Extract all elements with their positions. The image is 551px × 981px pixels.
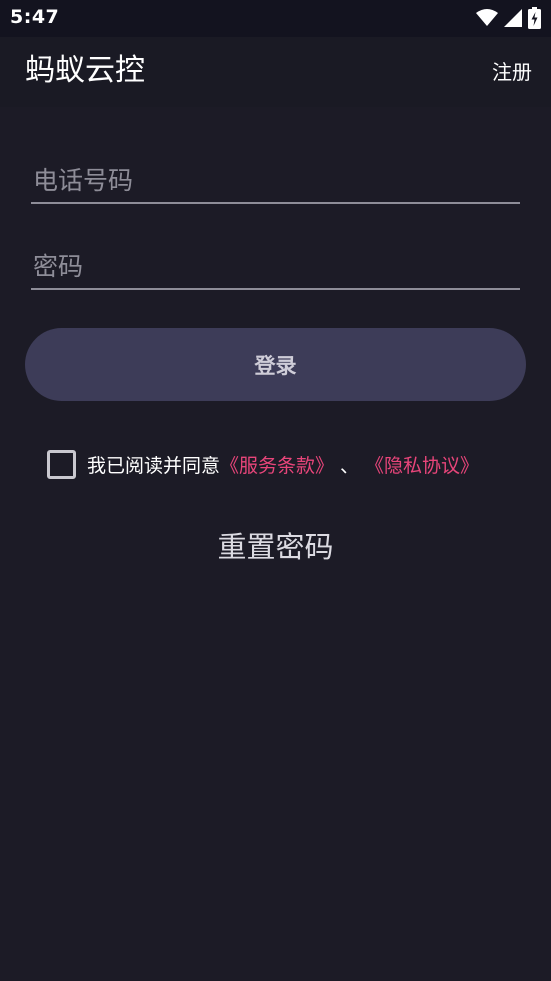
agreement-row: 我已阅读并同意 《服务条款》 、 《隐私协议》 bbox=[47, 449, 479, 479]
signal-icon bbox=[504, 9, 522, 27]
agreement-separator: 、 bbox=[340, 454, 360, 477]
wifi-icon bbox=[476, 9, 498, 27]
register-button[interactable]: 注册 bbox=[492, 57, 532, 87]
app-title: 蚂蚁云控 bbox=[25, 53, 145, 88]
privacy-policy-link[interactable]: 《隐私协议》 bbox=[365, 451, 479, 478]
app-bar: 蚂蚁云控 注册 bbox=[0, 37, 551, 107]
status-time: 5:47 bbox=[10, 6, 60, 28]
password-input[interactable] bbox=[31, 244, 520, 288]
terms-of-service-link[interactable]: 《服务条款》 bbox=[220, 451, 334, 478]
battery-icon bbox=[528, 7, 541, 29]
agreement-prefix: 我已阅读并同意 bbox=[87, 454, 221, 477]
phone-input[interactable] bbox=[31, 158, 520, 202]
status-bar: 5:47 bbox=[0, 0, 551, 37]
password-field bbox=[31, 244, 520, 290]
phone-field bbox=[31, 158, 520, 204]
status-icons bbox=[476, 6, 541, 30]
reset-password-button[interactable]: 重置密码 bbox=[0, 527, 551, 567]
agreement-checkbox[interactable] bbox=[47, 449, 76, 479]
login-button[interactable]: 登录 bbox=[25, 328, 526, 401]
